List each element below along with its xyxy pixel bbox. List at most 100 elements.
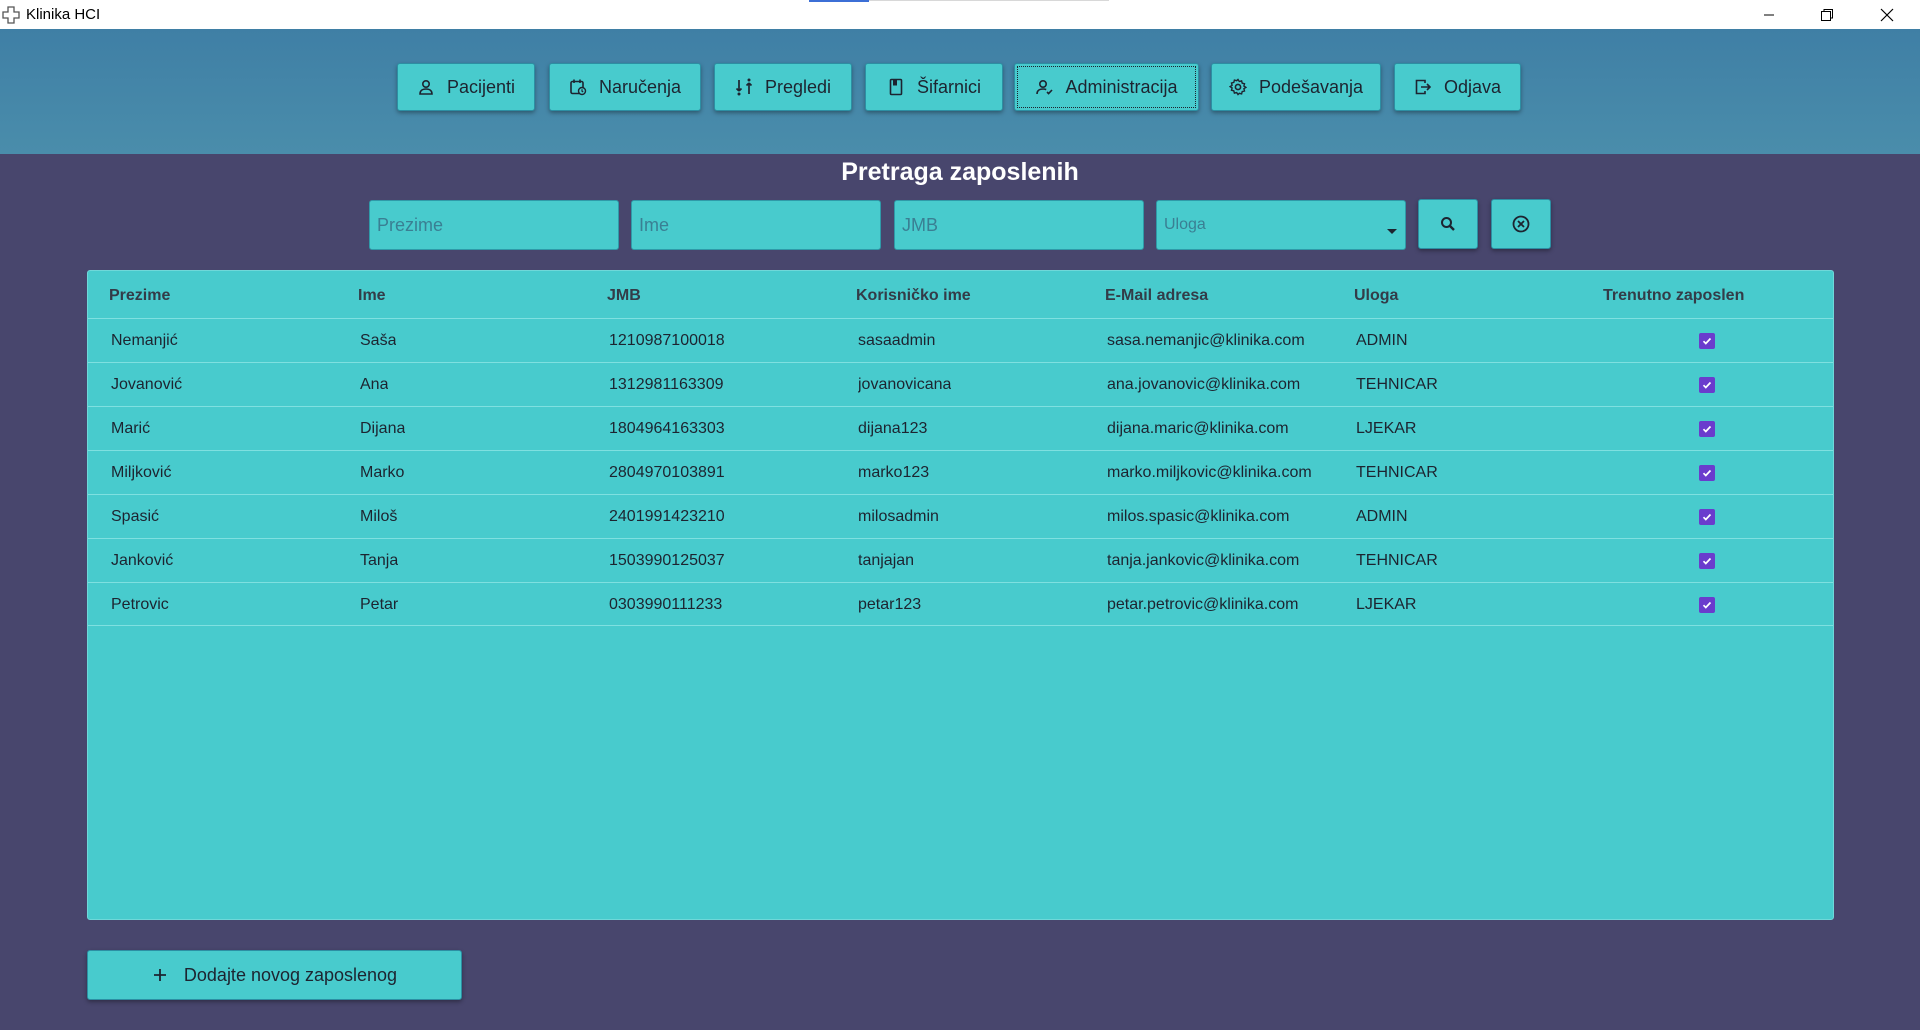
- calendar-icon: [570, 79, 587, 96]
- cell-korisnicko-ime: petar123: [858, 596, 922, 613]
- add-employee-button[interactable]: Dodajte novog zaposlenog: [87, 950, 462, 1000]
- cell-prezime: Spasić: [111, 508, 160, 525]
- nav-pacijenti-label: Pacijenti: [446, 76, 516, 97]
- table-row[interactable]: Nemanjić Saša 1210987100018 sasaadmin sa…: [88, 318, 1833, 362]
- medical-cross-icon: [2, 6, 20, 24]
- nav-podesavanja-label: Podešavanja: [1258, 76, 1364, 97]
- search-button[interactable]: [1418, 199, 1478, 249]
- cell-email: ana.jovanovic@klinika.com: [1107, 376, 1301, 393]
- cell-jmb: 2401991423210: [609, 508, 725, 525]
- nav-sifarnici-button[interactable]: Šifarnici: [865, 63, 1003, 111]
- table-row[interactable]: Janković Tanja 1503990125037 tanjajan ta…: [88, 538, 1833, 582]
- table-row[interactable]: Miljković Marko 2804970103891 marko123 m…: [88, 450, 1833, 494]
- header-trenutno-zaposlen[interactable]: Trenutno zaposlen: [1603, 287, 1744, 305]
- cell-ime: Marko: [360, 464, 405, 481]
- cell-korisnicko-ime: jovanovicana: [858, 376, 952, 393]
- nav-administracija-button[interactable]: Administracija: [1014, 63, 1199, 111]
- nav-narucenja-label: Naručenja: [598, 76, 682, 97]
- header-email[interactable]: E-Mail adresa: [1105, 287, 1208, 305]
- check-icon: [1702, 557, 1712, 565]
- cell-prezime: Marić: [111, 420, 151, 437]
- user-admin-icon: [1036, 79, 1054, 95]
- cell-ime: Dijana: [360, 420, 406, 437]
- cell-korisnicko-ime: tanjajan: [858, 552, 915, 569]
- cell-email: petar.petrovic@klinika.com: [1107, 596, 1299, 613]
- employed-checkbox[interactable]: [1699, 597, 1715, 613]
- plus-icon: [153, 969, 166, 981]
- employed-checkbox[interactable]: [1699, 465, 1715, 481]
- role-select[interactable]: Uloga: [1156, 200, 1406, 250]
- cell-prezime: Miljković: [111, 464, 172, 481]
- employed-checkbox[interactable]: [1699, 333, 1715, 349]
- employed-checkbox[interactable]: [1699, 421, 1715, 437]
- name-search-input[interactable]: [631, 200, 881, 250]
- jmb-search-input[interactable]: [894, 200, 1144, 250]
- nav-narucenja-button[interactable]: Naručenja: [549, 63, 701, 111]
- cell-email: dijana.maric@klinika.com: [1107, 420, 1289, 437]
- book-icon: [889, 78, 903, 96]
- check-icon: [1702, 425, 1712, 433]
- cell-prezime: Petrovic: [111, 596, 169, 613]
- cell-prezime: Nemanjić: [111, 332, 178, 349]
- cell-korisnicko-ime: dijana123: [858, 420, 928, 437]
- nav-sifarnici-label: Šifarnici: [916, 76, 982, 97]
- cell-jmb: 0303990111233: [609, 596, 723, 613]
- employed-checkbox[interactable]: [1699, 509, 1715, 525]
- minimize-button[interactable]: [1746, 0, 1792, 29]
- role-select-placeholder: Uloga: [1164, 216, 1206, 233]
- check-icon: [1702, 469, 1712, 477]
- header-jmb[interactable]: JMB: [607, 287, 641, 305]
- search-icon: [1441, 217, 1455, 231]
- cell-uloga: TEHNICAR: [1356, 464, 1438, 481]
- table-row[interactable]: Jovanović Ana 1312981163309 jovanovicana…: [88, 362, 1833, 406]
- clear-circle-icon: [1512, 215, 1530, 233]
- dropdown-arrow-icon: [1387, 229, 1397, 234]
- cell-uloga: ADMIN: [1356, 508, 1408, 525]
- navigation-header: Pacijenti Naručenja Pregledi Šifarnici A…: [0, 29, 1920, 154]
- header-korisnicko-ime[interactable]: Korisničko ime: [856, 287, 971, 305]
- minimize-icon: [1764, 14, 1774, 15]
- cell-uloga: TEHNICAR: [1356, 376, 1438, 393]
- check-icon: [1702, 381, 1712, 389]
- header-prezime[interactable]: Prezime: [109, 287, 170, 305]
- employed-checkbox[interactable]: [1699, 377, 1715, 393]
- cell-ime: Saša: [360, 332, 397, 349]
- cell-uloga: TEHNICAR: [1356, 552, 1438, 569]
- nav-pregledi-button[interactable]: Pregledi: [714, 63, 852, 111]
- cell-uloga: LJEKAR: [1356, 596, 1417, 613]
- close-button[interactable]: [1864, 0, 1910, 29]
- exchange-icon: [735, 78, 753, 96]
- nav-pregledi-label: Pregledi: [764, 76, 832, 97]
- cell-ime: Tanja: [360, 552, 399, 569]
- table-row[interactable]: Petrovic Petar 0303990111233 petar123 pe…: [88, 582, 1833, 626]
- cell-email: milos.spasic@klinika.com: [1107, 508, 1290, 525]
- cell-email: tanja.jankovic@klinika.com: [1107, 552, 1300, 569]
- cell-prezime: Jovanović: [111, 376, 183, 393]
- surname-search-input[interactable]: [369, 200, 619, 250]
- user-icon: [419, 79, 433, 95]
- cell-jmb: 1804964163303: [609, 420, 725, 437]
- title-bar: Klinika HCI: [0, 0, 1920, 29]
- clear-search-button[interactable]: [1491, 199, 1551, 249]
- restore-icon: [1821, 8, 1833, 21]
- cell-ime: Miloš: [360, 508, 398, 525]
- header-uloga[interactable]: Uloga: [1354, 287, 1398, 305]
- cell-korisnicko-ime: milosadmin: [858, 508, 939, 525]
- table-row[interactable]: Marić Dijana 1804964163303 dijana123 dij…: [88, 406, 1833, 450]
- employees-table: Prezime Ime JMB Korisničko ime E-Mail ad…: [87, 270, 1834, 920]
- cell-uloga: LJEKAR: [1356, 420, 1417, 437]
- check-icon: [1702, 601, 1712, 609]
- table-row[interactable]: Spasić Miloš 2401991423210 milosadmin mi…: [88, 494, 1833, 538]
- cell-jmb: 1503990125037: [609, 552, 725, 569]
- nav-podesavanja-button[interactable]: Podešavanja: [1211, 63, 1381, 111]
- restore-button[interactable]: [1804, 0, 1850, 29]
- nav-odjava-label: Odjava: [1443, 76, 1502, 97]
- employed-checkbox[interactable]: [1699, 553, 1715, 569]
- nav-odjava-button[interactable]: Odjava: [1394, 63, 1521, 111]
- header-ime[interactable]: Ime: [358, 287, 386, 305]
- gear-icon: [1228, 78, 1247, 96]
- nav-pacijenti-button[interactable]: Pacijenti: [397, 63, 535, 111]
- cell-email: marko.miljkovic@klinika.com: [1107, 464, 1311, 481]
- cell-korisnicko-ime: sasaadmin: [858, 332, 936, 349]
- nav-administracija-label: Administracija: [1065, 76, 1178, 97]
